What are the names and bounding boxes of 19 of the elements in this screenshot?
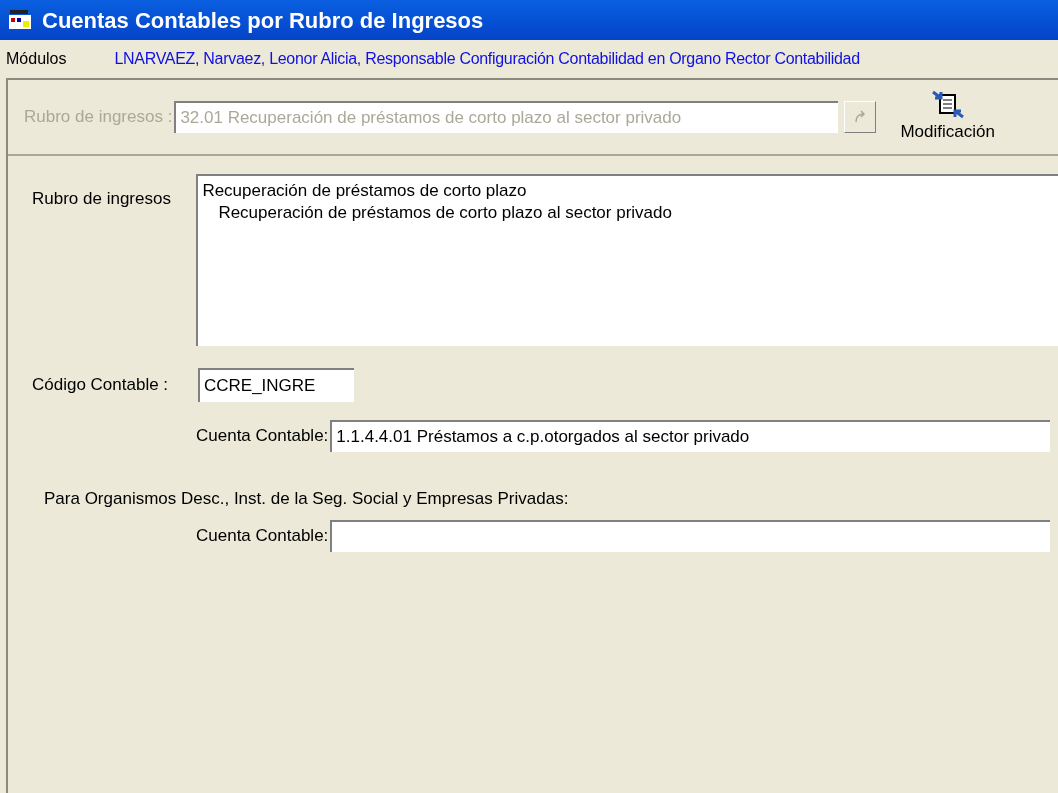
user-info-text: LNARVAEZ, Narvaez, Leonor Alicia, Responsable Configuración Contabilidad en Organo Rector Contabilidad (114, 49, 860, 69)
codigo-input-field[interactable]: CCRE_INGRE (198, 368, 354, 402)
field-label: Cuenta Contable: (196, 524, 329, 547)
field-label: Cuenta Contable: (196, 425, 329, 448)
cuenta-input-field[interactable] (330, 519, 1051, 552)
document-arrows-icon (930, 89, 965, 120)
tree-item[interactable]: Recuperación de préstamos de corto plazo (202, 180, 1054, 202)
field-label: Rubro de ingresos (32, 188, 172, 210)
refresh-button[interactable] (844, 101, 877, 133)
window-title: Cuentas Contables por Rubro de Ingresos (42, 6, 484, 35)
rubro-tree-box[interactable]: Recuperación de préstamos de corto plazo Recuperación de préstamos de corto plazo al sector privado (196, 174, 1058, 346)
modules-menu[interactable]: Módulos (6, 47, 67, 71)
app-icon (8, 9, 34, 31)
field-label: Rubro de ingresos : (24, 106, 173, 129)
section-heading: Para Organismos Desc., Inst. de la Seg. Social y Empresas Privadas: (44, 488, 570, 510)
tree-item[interactable]: Recuperación de préstamos de corto plazo al sector privado (202, 202, 1054, 224)
field-label: Código Contable : (32, 374, 170, 397)
cuenta-input-field[interactable]: 1.1.4.4.01 Préstamos a c.p.otorgados al sector privado (330, 420, 1051, 452)
curved-arrow-icon (853, 110, 868, 124)
